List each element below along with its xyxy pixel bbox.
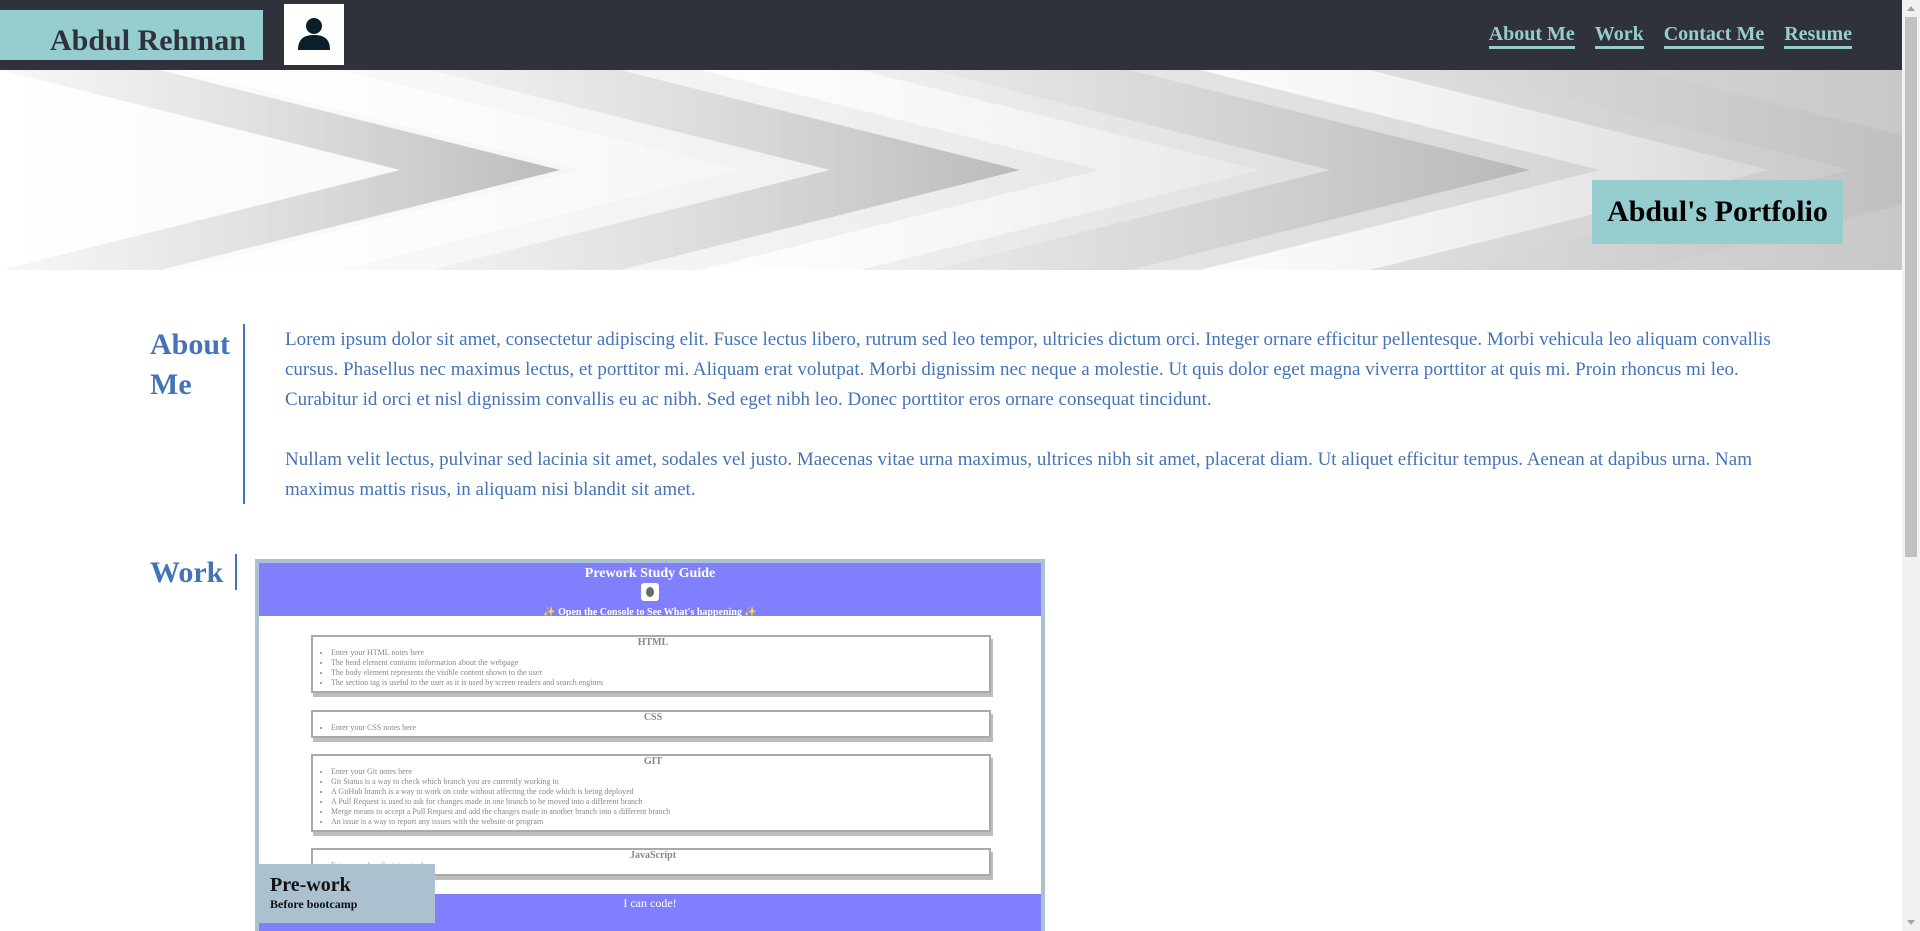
- avatar: [284, 4, 344, 65]
- screenshot-title: Prework Study Guide: [584, 566, 716, 581]
- project-title: Pre-work: [270, 874, 351, 896]
- list-item: An issue is a way to report any issues w…: [331, 817, 979, 827]
- hero-title: Abdul's Portfolio: [1592, 180, 1843, 244]
- section-title: JavaScript: [629, 850, 677, 861]
- list-item: Git Status is a way to check which branc…: [331, 777, 979, 787]
- list-item: Enter your Git notes here: [331, 767, 979, 777]
- screenshot-section-css: CSS Enter your CSS notes here: [311, 710, 991, 738]
- section-title: CSS: [643, 712, 663, 723]
- screenshot-section-git: GIT Enter your Git notes here Git Status…: [311, 754, 991, 832]
- scroll-up-arrow-icon[interactable]: [1907, 6, 1915, 11]
- scrollbar-thumb[interactable]: [1905, 17, 1917, 557]
- section-title: GIT: [643, 756, 663, 767]
- about-divider: [243, 324, 245, 504]
- about-text: Lorem ipsum dolor sit amet, consectetur …: [285, 325, 1795, 505]
- nav-resume-link[interactable]: Resume: [1784, 23, 1852, 49]
- list-item: Merge means to accept a Pull Request and…: [331, 807, 979, 817]
- screenshot-subtitle: ✨ Open the Console to See What's happeni…: [543, 607, 757, 618]
- about-heading: About Me: [150, 328, 231, 401]
- work-heading: Work: [150, 556, 224, 589]
- page-scrollbar[interactable]: [1902, 0, 1920, 931]
- list-item: A Pull Request is used to ask for change…: [331, 797, 979, 807]
- about-paragraph: Lorem ipsum dolor sit amet, consectetur …: [285, 329, 1771, 410]
- list-item: The body element represents the visible …: [331, 668, 979, 678]
- nav-about-me-link[interactable]: About Me: [1488, 23, 1575, 49]
- section-title: HTML: [637, 637, 669, 648]
- site-name-box: Abdul Rehman: [0, 10, 263, 60]
- nav-contact-me-link[interactable]: Contact Me: [1663, 23, 1765, 49]
- screenshot-header: Prework Study Guide ✨ Open the Console t…: [259, 563, 1041, 618]
- hero-banner: Abdul's Portfolio: [0, 70, 1902, 270]
- github-icon: [641, 583, 659, 601]
- list-item: The head element contains information ab…: [331, 658, 979, 668]
- site-header: Abdul Rehman About Me Work Contact Me Re…: [0, 0, 1902, 70]
- main-nav: About Me Work Contact Me Resume: [1488, 23, 1852, 49]
- about-paragraph: Nullam velit lectus, pulvinar sed lacini…: [285, 449, 1752, 500]
- scroll-down-arrow-icon[interactable]: [1907, 920, 1915, 925]
- screenshot-section-html: HTML Enter your HTML notes here The head…: [311, 635, 991, 693]
- user-icon: [298, 18, 330, 50]
- list-item: Enter your CSS notes here: [331, 723, 979, 733]
- list-item: Enter your HTML notes here: [331, 648, 979, 658]
- list-item: The section tag is useful to the user as…: [331, 678, 979, 688]
- nav-work-link[interactable]: Work: [1594, 23, 1644, 49]
- project-caption[interactable]: Pre-work Before bootcamp: [255, 864, 435, 923]
- work-divider: [235, 554, 237, 590]
- list-item: A GitHub branch is a way to work on code…: [331, 787, 979, 797]
- site-name: Abdul Rehman: [50, 24, 246, 57]
- project-subtitle: Before bootcamp: [270, 897, 358, 911]
